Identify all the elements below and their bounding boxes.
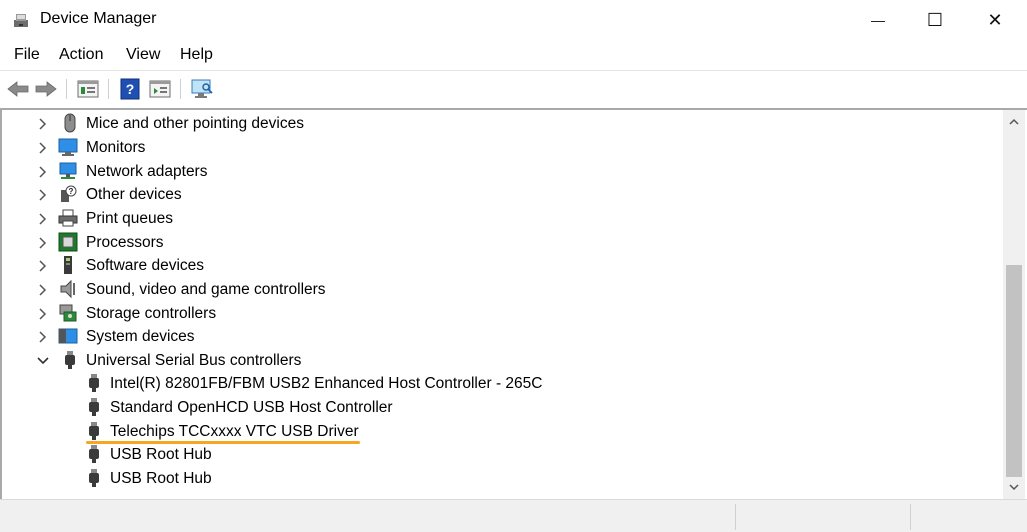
minimize-icon: —: [871, 12, 885, 28]
chevron-right-icon[interactable]: [36, 188, 50, 202]
vertical-scrollbar[interactable]: [1003, 110, 1025, 499]
maximize-button[interactable]: ☐: [905, 0, 965, 40]
usb-icon: [65, 351, 75, 369]
chevron-down-icon[interactable]: [36, 354, 50, 368]
speaker-icon: [60, 279, 75, 299]
tree-item-label: Mice and other pointing devices: [86, 115, 304, 132]
menu-bar: File Action View Help: [0, 40, 1027, 70]
help-icon: ?: [120, 78, 140, 100]
maximize-icon: ☐: [926, 9, 944, 30]
svg-text:?: ?: [69, 187, 74, 196]
highlight-underline: [86, 441, 360, 444]
window-title: Device Manager: [40, 10, 157, 27]
monitor-icon: [58, 138, 78, 156]
toolbar-separator: [108, 79, 109, 99]
scroll-down-button[interactable]: [1003, 477, 1025, 497]
chevron-right-icon[interactable]: [36, 236, 50, 250]
title-bar: Device Manager — ☐ ✕: [0, 0, 1027, 40]
chevron-right-icon[interactable]: [36, 117, 50, 131]
tree-item-label: Network adapters: [86, 163, 208, 180]
help-button[interactable]: ?: [118, 77, 142, 101]
printer-icon: [58, 209, 78, 227]
device-manager-app-icon: [14, 14, 28, 27]
forward-icon: [35, 81, 57, 97]
toolbar-separator: [180, 79, 181, 99]
tree-item-label: Telechips TCCxxxx VTC USB Driver: [110, 423, 359, 440]
status-pane: [735, 504, 736, 530]
tree-item-label: Standard OpenHCD USB Host Controller: [110, 399, 393, 416]
tree-item-label: Storage controllers: [86, 305, 217, 322]
processor-icon: [58, 232, 78, 252]
chevron-up-icon: [1009, 118, 1019, 125]
chevron-right-icon[interactable]: [36, 283, 50, 297]
tree-item-label: Universal Serial Bus controllers: [86, 352, 302, 369]
scan-hardware-icon: [191, 79, 213, 98]
properties-button[interactable]: [76, 77, 100, 101]
status-pane: [910, 504, 911, 530]
tree-item-label: System devices: [86, 328, 195, 345]
chevron-down-icon: [1009, 484, 1019, 491]
mouse-icon: [64, 113, 76, 133]
tree-item-label: Monitors: [86, 139, 146, 156]
toolbar-separator: [66, 79, 67, 99]
toolbar: ?: [0, 70, 1027, 107]
svg-text:?: ?: [126, 81, 135, 97]
scroll-up-button[interactable]: [1003, 112, 1025, 132]
chevron-right-icon[interactable]: [36, 141, 50, 155]
tree-item-label: Print queues: [86, 210, 174, 227]
chevron-right-icon[interactable]: [36, 212, 50, 226]
chevron-right-icon[interactable]: [36, 330, 50, 344]
close-button[interactable]: ✕: [965, 0, 1025, 40]
system-device-icon: [58, 328, 78, 344]
unknown-device-icon: ?: [61, 185, 77, 202]
minimize-button[interactable]: —: [848, 0, 908, 40]
chevron-right-icon[interactable]: [36, 259, 50, 273]
status-bar: [0, 499, 1027, 532]
properties-icon: [77, 80, 99, 98]
scrollbar-thumb[interactable]: [1006, 265, 1022, 477]
network-adapter-icon: [59, 162, 77, 179]
tree-item-label: Software devices: [86, 257, 205, 274]
scan-hardware-button[interactable]: [190, 77, 214, 101]
menu-action[interactable]: Action: [59, 46, 103, 64]
update-driver-button[interactable]: [148, 77, 172, 101]
usb-icon: [89, 469, 99, 487]
menu-file[interactable]: File: [14, 46, 40, 64]
back-icon: [7, 81, 29, 97]
storage-controller-icon: [59, 304, 77, 322]
software-device-icon: [64, 256, 72, 274]
menu-view[interactable]: View: [126, 46, 160, 64]
tree-item-label: Processors: [86, 234, 164, 251]
usb-icon: [89, 398, 99, 416]
tree-item-label: Other devices: [86, 186, 182, 203]
tree-item-label: Intel(R) 82801FB/FBM USB2 Enhanced Host …: [110, 375, 543, 392]
usb-icon: [89, 422, 99, 440]
close-icon: ✕: [987, 9, 1003, 30]
usb-icon: [89, 445, 99, 463]
update-driver-icon: [149, 80, 171, 98]
back-button[interactable]: [6, 77, 30, 101]
tree-item-label: Sound, video and game controllers: [86, 281, 326, 298]
menu-help[interactable]: Help: [180, 46, 213, 64]
usb-icon: [89, 374, 99, 392]
tree-item-label: USB Root Hub: [110, 470, 212, 487]
chevron-right-icon[interactable]: [36, 307, 50, 321]
chevron-right-icon[interactable]: [36, 165, 50, 179]
tree-item-label: USB Root Hub: [110, 446, 212, 463]
forward-button[interactable]: [34, 77, 58, 101]
